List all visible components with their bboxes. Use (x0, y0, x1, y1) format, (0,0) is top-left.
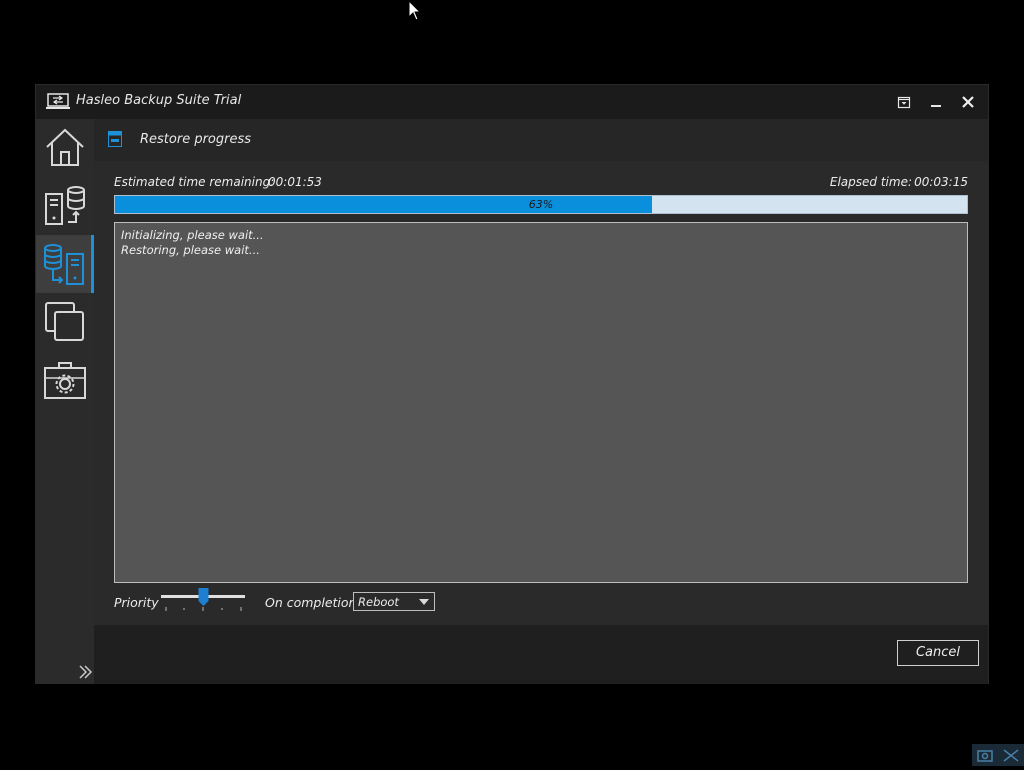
clone-icon (45, 302, 84, 341)
estimated-time-label: Estimated time remaining: (114, 175, 275, 189)
on-completion-label: On completion (265, 595, 357, 610)
progress-panel: Estimated time remaining: 00:01:53 Elaps… (94, 161, 988, 625)
app-window: Hasleo Backup Suite Trial Restore progre… (35, 84, 989, 684)
restore-progress-icon (108, 131, 122, 147)
sidebar-item-restore[interactable] (36, 235, 94, 293)
mouse-cursor-icon (408, 0, 422, 21)
sidebar-item-clone[interactable] (36, 293, 94, 351)
expand-sidebar-icon[interactable] (78, 664, 94, 680)
page-title: Restore progress (140, 132, 252, 147)
restore-progress-bar: 63% (114, 195, 968, 214)
tray-fullscreen-button[interactable] (998, 744, 1024, 766)
main-content: Restore progress Estimated time remainin… (94, 119, 988, 684)
log-line: Restoring, please wait... (121, 243, 260, 257)
priority-slider[interactable] (160, 587, 246, 617)
priority-label: Priority (114, 595, 159, 610)
minimize-icon[interactable] (928, 94, 944, 110)
sidebar-item-home[interactable] (36, 119, 94, 177)
sidebar-item-backup[interactable] (36, 177, 94, 235)
sidebar (36, 119, 94, 684)
on-completion-select[interactable]: Reboot (353, 592, 435, 611)
close-icon[interactable] (960, 94, 976, 110)
app-logo-icon (46, 93, 70, 109)
elapsed-time-value: 00:03:15 (914, 175, 968, 189)
home-icon (46, 128, 84, 166)
cancel-button[interactable]: Cancel (897, 640, 979, 666)
fullscreen-icon (1003, 749, 1019, 762)
tray-camera-button[interactable] (972, 744, 998, 766)
log-line: Initializing, please wait... (121, 228, 264, 242)
chevron-down-icon (419, 599, 429, 605)
slider-thumb[interactable] (198, 588, 209, 606)
page-header: Restore progress (94, 119, 988, 161)
backup-icon (45, 186, 85, 225)
tools-icon (44, 362, 86, 399)
restore-icon (43, 244, 84, 285)
elapsed-time-label: Elapsed time: (829, 175, 912, 189)
on-completion-value: Reboot (358, 595, 399, 609)
sidebar-item-tools[interactable] (36, 351, 94, 409)
progress-percent-text: 63% (528, 198, 554, 211)
log-output[interactable]: Initializing, please wait... Restoring, … (114, 222, 968, 583)
window-title: Hasleo Backup Suite Trial (76, 93, 242, 108)
window-menu-icon[interactable] (896, 94, 912, 110)
camera-icon (977, 750, 993, 762)
estimated-time-value: 00:01:53 (268, 175, 322, 189)
title-bar[interactable]: Hasleo Backup Suite Trial (36, 85, 988, 119)
